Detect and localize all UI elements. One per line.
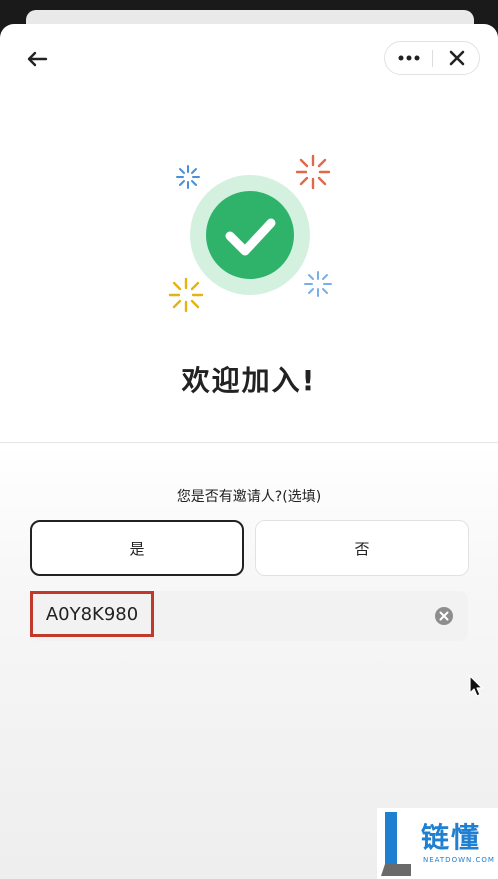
watermark-sub: NEATDOWN.COM: [423, 856, 495, 864]
sparkle-icon: [304, 271, 332, 297]
sparkle-icon: [168, 277, 204, 313]
more-button[interactable]: [385, 42, 432, 74]
clear-circle-icon[interactable]: [434, 606, 454, 626]
check-circle-icon: [190, 175, 310, 295]
mini-program-sheet: 欢迎加入! 您是否有邀请人?(选填) 是 否 A0Y8K980: [0, 24, 498, 879]
referral-code-input[interactable]: A0Y8K980: [30, 591, 468, 641]
section-divider: [0, 442, 498, 443]
sparkle-icon: [295, 154, 331, 190]
referral-code-value: A0Y8K980: [30, 591, 154, 637]
back-button[interactable]: [20, 46, 54, 72]
capsule-menu: [384, 41, 480, 75]
referrer-question: 您是否有邀请人?(选填): [176, 489, 322, 505]
close-button[interactable]: [433, 42, 480, 74]
arrow-left-icon: [27, 51, 48, 67]
mouse-pointer-icon: [469, 675, 483, 697]
watermark-logo-icon: [381, 812, 411, 876]
option-no-label: 否: [354, 539, 370, 558]
watermark: 链懂 NEATDOWN.COM: [377, 808, 498, 879]
more-dots-icon: [398, 55, 419, 61]
success-illustration: [168, 154, 332, 313]
option-yes-button[interactable]: 是: [30, 520, 244, 576]
sparkle-icon: [176, 165, 200, 189]
option-no-button[interactable]: 否: [255, 520, 469, 576]
close-icon: [449, 50, 464, 66]
option-yes-label: 是: [129, 539, 145, 558]
welcome-title: 欢迎加入!: [181, 364, 317, 397]
watermark-name: 链懂: [421, 821, 482, 854]
